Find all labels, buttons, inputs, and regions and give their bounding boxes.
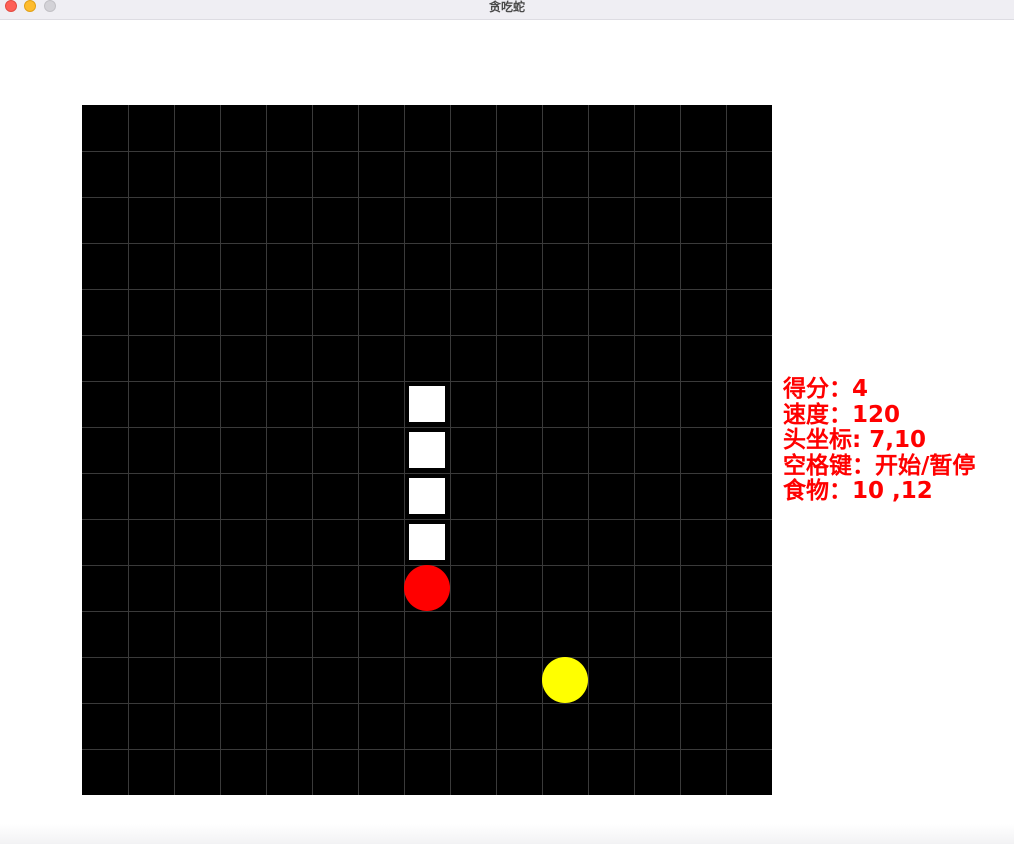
grid-line-vertical bbox=[266, 105, 267, 795]
snake-head bbox=[404, 565, 450, 611]
grid-line-horizontal bbox=[82, 427, 772, 428]
grid-line-vertical bbox=[128, 105, 129, 795]
grid-line-vertical bbox=[312, 105, 313, 795]
window-bottom-edge bbox=[0, 824, 1014, 844]
grid-line-horizontal bbox=[82, 335, 772, 336]
grid-line-horizontal bbox=[82, 657, 772, 658]
food-item bbox=[542, 657, 588, 703]
score-label: 得分：4 bbox=[783, 376, 869, 402]
grid-line-horizontal bbox=[82, 197, 772, 198]
head-coordinate-label: 头坐标: 7,10 bbox=[783, 427, 926, 453]
snake-body-segment bbox=[409, 524, 445, 560]
grid-line-horizontal bbox=[82, 703, 772, 704]
grid-line-horizontal bbox=[82, 381, 772, 382]
grid-line-vertical bbox=[450, 105, 451, 795]
snake-body-segment bbox=[409, 478, 445, 514]
grid-line-horizontal bbox=[82, 519, 772, 520]
info-panel: 得分：4 速度：120 头坐标: 7,10 空格键：开始/暂停 食物：10 ,1… bbox=[783, 376, 976, 505]
grid-line-vertical bbox=[496, 105, 497, 795]
speed-label: 速度：120 bbox=[783, 401, 901, 428]
grid-line-vertical bbox=[634, 105, 635, 795]
grid-line-horizontal bbox=[82, 151, 772, 152]
grid-line-vertical bbox=[220, 105, 221, 795]
grid-line-vertical bbox=[680, 105, 681, 795]
grid-line-vertical bbox=[174, 105, 175, 795]
game-board[interactable] bbox=[82, 105, 772, 795]
grid-line-vertical bbox=[726, 105, 727, 795]
title-bar: 贪吃蛇 bbox=[0, 0, 1014, 20]
snake-body-segment bbox=[409, 386, 445, 422]
snake-body-segment bbox=[409, 432, 445, 468]
controls-hint-label: 空格键：开始/暂停 bbox=[783, 452, 976, 479]
grid-line-horizontal bbox=[82, 473, 772, 474]
game-window: 贪吃蛇 得分：4 速度：120 头坐标: 7,10 空格键：开始/暂停 食物：1… bbox=[0, 0, 1014, 844]
food-coordinate-label: 食物：10 ,12 bbox=[783, 478, 933, 504]
grid-line-horizontal bbox=[82, 749, 772, 750]
grid-line-vertical bbox=[404, 105, 405, 795]
grid-line-vertical bbox=[588, 105, 589, 795]
grid-line-vertical bbox=[358, 105, 359, 795]
grid-line-vertical bbox=[542, 105, 543, 795]
grid-line-horizontal bbox=[82, 243, 772, 244]
grid-line-horizontal bbox=[82, 611, 772, 612]
window-title: 贪吃蛇 bbox=[488, 0, 525, 14]
grid-line-horizontal bbox=[82, 289, 772, 290]
